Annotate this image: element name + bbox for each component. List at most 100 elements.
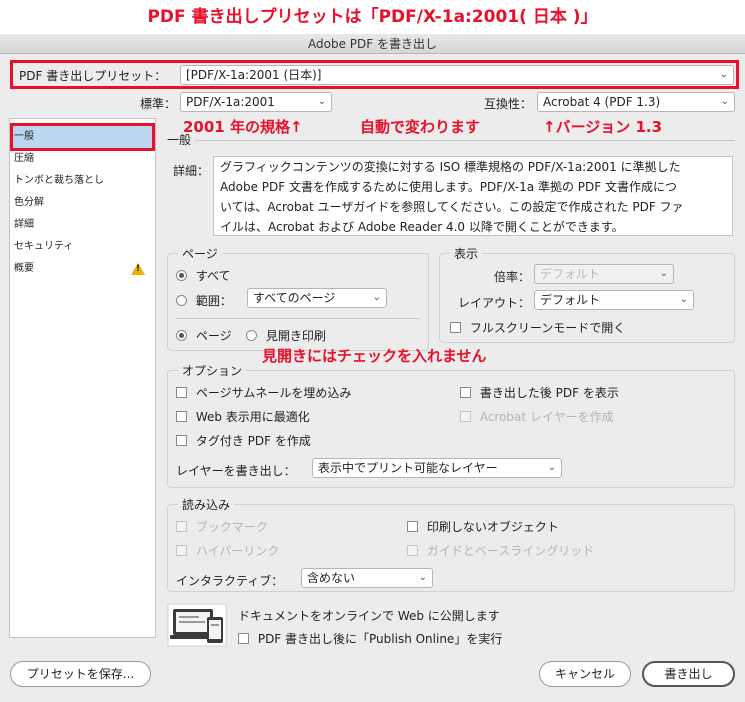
compat-label: 互換性： — [484, 97, 533, 111]
standard-label: 標準： — [140, 97, 177, 111]
window-title: Adobe PDF を書き出し — [0, 34, 745, 54]
layers-label: レイヤーを書き出し： — [176, 464, 296, 478]
sidebar-item-security[interactable]: セキュリティ — [14, 238, 73, 256]
sidebar-item-compression[interactable]: 圧縮 — [14, 150, 34, 168]
bookmarks-checkbox[interactable]: ブックマーク — [176, 518, 268, 535]
hyperlinks-label: ハイパーリンク — [195, 544, 280, 558]
radio-pages[interactable]: ページ — [176, 327, 232, 344]
acrobat-layers-checkbox[interactable]: Acrobat レイヤーを作成 — [460, 408, 614, 425]
description-line: Adobe PDF 文書を作成するために使用します。PDF/X-1a 準拠の P… — [220, 180, 677, 194]
chevron-down-icon: ⌄ — [659, 268, 668, 279]
radio-all-label: すべて — [195, 269, 231, 283]
radio-range-label: 範囲： — [195, 294, 232, 308]
annotation-version: ↑バージョン 1.3 — [543, 118, 663, 136]
publish-online-icon — [167, 603, 227, 647]
chevron-down-icon: ⌄ — [720, 96, 729, 107]
section-divider — [195, 140, 735, 141]
layout-select[interactable]: デフォルト ⌄ — [534, 290, 694, 310]
sidebar: 一般 圧縮 トンボと裁ち落とし 色分解 詳細 セキュリティ 概要 ! — [9, 118, 156, 638]
sidebar-item-output[interactable]: 色分解 — [14, 194, 44, 212]
checkbox[interactable] — [176, 387, 187, 398]
radio-button[interactable] — [176, 330, 187, 341]
compat-value: Acrobat 4 (PDF 1.3) — [543, 95, 661, 109]
sidebar-item-summary[interactable]: 概要 — [14, 260, 34, 278]
checkbox[interactable] — [450, 322, 461, 333]
compat-select[interactable]: Acrobat 4 (PDF 1.3) ⌄ — [537, 92, 735, 112]
radio-button[interactable] — [176, 270, 187, 281]
pages-title: ページ — [178, 245, 222, 262]
preset-value: [PDF/X-1a:2001 (日本)] — [186, 68, 322, 82]
zoom-select[interactable]: デフォルト ⌄ — [534, 264, 674, 284]
interactive-select[interactable]: 含めない ⌄ — [301, 568, 433, 588]
radio-button[interactable] — [176, 295, 187, 306]
checkbox[interactable] — [176, 411, 187, 422]
radio-pages-label: ページ — [195, 329, 232, 343]
view-title: 表示 — [450, 245, 483, 262]
radio-range[interactable]: 範囲： — [176, 292, 232, 309]
annotation-standard: 2001 年の規格↑ — [183, 118, 303, 136]
zoom-value: デフォルト — [540, 267, 601, 281]
cancel-button[interactable]: キャンセル — [539, 661, 631, 687]
fullscreen-label: フルスクリーンモードで開く — [469, 321, 626, 335]
range-select[interactable]: すべてのページ ⌄ — [247, 288, 387, 308]
standard-value: PDF/X-1a:2001 — [186, 95, 275, 109]
radio-all-pages[interactable]: すべて — [176, 267, 231, 284]
save-preset-button[interactable]: プリセットを保存... — [10, 661, 151, 687]
chevron-down-icon: ⌄ — [418, 572, 427, 583]
preset-select[interactable]: [PDF/X-1a:2001 (日本)] ⌄ — [180, 65, 734, 85]
checkbox[interactable] — [407, 545, 418, 556]
annotation-auto: 自動で変わります — [360, 118, 481, 136]
radio-spreads[interactable]: 見開き印刷 — [246, 327, 326, 344]
warning-icon: ! — [131, 263, 145, 275]
interactive-label: インタラクティブ： — [176, 574, 284, 588]
checkbox[interactable] — [407, 521, 418, 532]
nonprinting-label: 印刷しないオブジェクト — [426, 520, 559, 534]
export-button[interactable]: 書き出し — [642, 661, 735, 687]
view-after-checkbox[interactable]: 書き出した後 PDF を表示 — [460, 384, 619, 401]
interactive-value: 含めない — [307, 571, 356, 585]
description-line: いては、Acrobat ユーザガイドを参照してください。この設定で作成された P… — [220, 200, 684, 214]
checkbox[interactable] — [238, 633, 249, 644]
zoom-label: 倍率： — [494, 270, 531, 284]
optimize-web-checkbox[interactable]: Web 表示用に最適化 — [176, 408, 310, 425]
section-title: 一般 — [167, 133, 192, 147]
sidebar-item-advanced[interactable]: 詳細 — [14, 216, 34, 234]
preset-label: PDF 書き出しプリセット： — [19, 69, 167, 83]
checkbox[interactable] — [460, 387, 471, 398]
layers-value: 表示中でプリント可能なレイヤー — [318, 461, 498, 475]
annotation-spreads: 見開きにはチェックを入れません — [262, 347, 487, 365]
chevron-down-icon: ⌄ — [547, 462, 556, 473]
sidebar-item-marks-bleeds[interactable]: トンボと裁ち落とし — [14, 172, 104, 190]
chevron-down-icon: ⌄ — [719, 69, 728, 80]
description-line: イルは、Acrobat および Adobe Reader 4.0 以降で開くこと… — [220, 220, 624, 234]
options-title: オプション — [178, 362, 247, 379]
fullscreen-checkbox[interactable]: フルスクリーンモードで開く — [450, 319, 625, 336]
publish-checkbox[interactable]: PDF 書き出し後に「Publish Online」を実行 — [238, 630, 502, 647]
chevron-down-icon: ⌄ — [317, 96, 326, 107]
thumbnails-checkbox[interactable]: ページサムネールを埋め込み — [176, 384, 351, 401]
layout-value: デフォルト — [540, 293, 601, 307]
standard-select[interactable]: PDF/X-1a:2001 ⌄ — [180, 92, 332, 112]
guides-checkbox[interactable]: ガイドとベースライングリッド — [407, 542, 594, 559]
acrobat-layers-label: Acrobat レイヤーを作成 — [479, 410, 614, 424]
checkbox[interactable] — [176, 545, 187, 556]
include-title: 読み込み — [178, 496, 235, 513]
chevron-down-icon: ⌄ — [372, 292, 381, 303]
pages-divider — [176, 318, 420, 319]
description-text: グラフィックコンテンツの変換に対する ISO 標準規格の PDF/X-1a:20… — [213, 156, 733, 236]
tagged-pdf-checkbox[interactable]: タグ付き PDF を作成 — [176, 432, 311, 449]
description-line: グラフィックコンテンツの変換に対する ISO 標準規格の PDF/X-1a:20… — [220, 160, 681, 174]
checkbox[interactable] — [460, 411, 471, 422]
radio-button[interactable] — [246, 330, 257, 341]
range-value: すべてのページ — [253, 291, 336, 305]
sidebar-item-general[interactable]: 一般 — [14, 128, 34, 146]
checkbox[interactable] — [176, 521, 187, 532]
nonprinting-checkbox[interactable]: 印刷しないオブジェクト — [407, 518, 559, 535]
hyperlinks-checkbox[interactable]: ハイパーリンク — [176, 542, 279, 559]
checkbox[interactable] — [176, 435, 187, 446]
bookmarks-label: ブックマーク — [195, 520, 268, 534]
thumbnails-label: ページサムネールを埋め込み — [195, 386, 352, 400]
layers-select[interactable]: 表示中でプリント可能なレイヤー ⌄ — [312, 458, 562, 478]
optimize-web-label: Web 表示用に最適化 — [195, 410, 310, 424]
description-label: 詳細： — [173, 164, 210, 178]
